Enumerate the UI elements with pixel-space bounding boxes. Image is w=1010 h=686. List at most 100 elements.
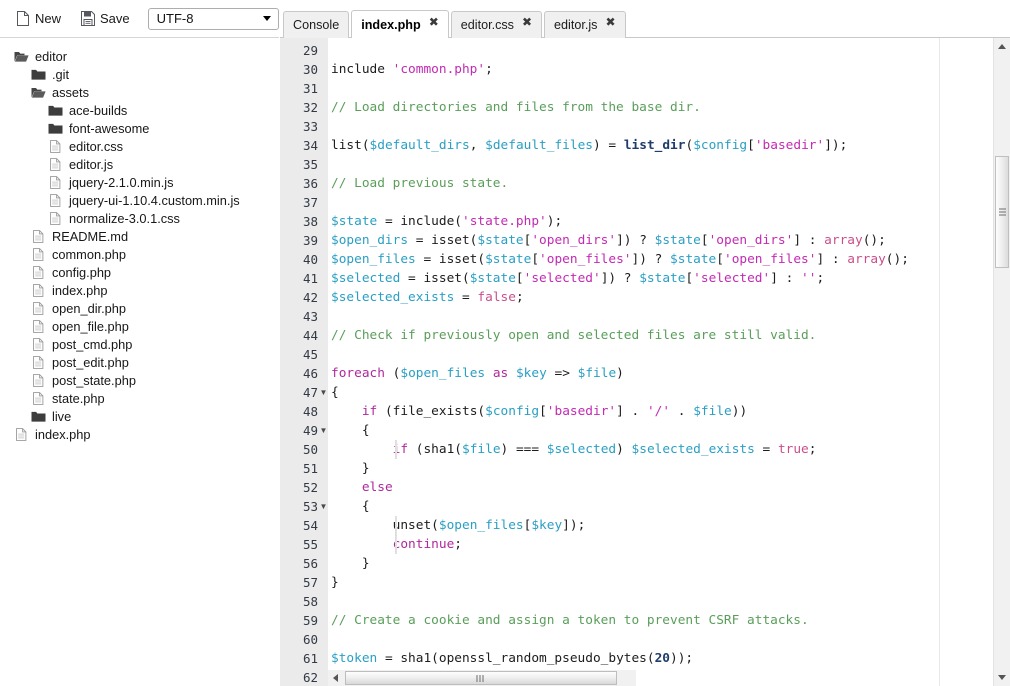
- line-number: 29: [302, 43, 318, 58]
- scroll-left-button[interactable]: [328, 670, 343, 686]
- line-number: 52: [302, 480, 318, 495]
- horizontal-scrollbar[interactable]: [328, 670, 636, 686]
- line-number-gutter[interactable]: 29 30 31 32 33 34 35 36 37 38 39 40 41 42 43 44 45 46 47 ▼ 4…: [280, 38, 328, 686]
- tree-item[interactable]: assets: [0, 83, 279, 101]
- close-icon[interactable]: ✖: [522, 16, 532, 28]
- code-line: if (file_exists($config['basedir'] . '/'…: [361, 404, 748, 419]
- tree-item[interactable]: README.md: [0, 227, 279, 245]
- file-icon: [31, 355, 46, 369]
- tab-label: editor.js: [554, 18, 598, 32]
- code-line: foreach ($open_files as $key => $file): [331, 366, 624, 381]
- tree-item[interactable]: index.php: [0, 281, 279, 299]
- line-number: 55: [302, 537, 318, 552]
- tree-item[interactable]: index.php: [0, 425, 279, 443]
- line-number: 61: [302, 651, 318, 666]
- file-icon: [48, 193, 63, 207]
- line-number: 41: [302, 271, 318, 286]
- tree-item[interactable]: editor: [0, 47, 279, 65]
- tree-item[interactable]: editor.css: [0, 137, 279, 155]
- tab-index-php[interactable]: index.php ✖: [351, 10, 449, 38]
- tree-item[interactable]: open_dir.php: [0, 299, 279, 317]
- encoding-select[interactable]: UTF-8: [147, 7, 279, 30]
- tree-item[interactable]: font-awesome: [0, 119, 279, 137]
- tree-item[interactable]: jquery-ui-1.10.4.custom.min.js: [0, 191, 279, 209]
- folder-open-icon: [14, 50, 29, 63]
- indent-guide: [395, 516, 398, 535]
- line-number: 40: [302, 252, 318, 267]
- code-line: $selected_exists = false;: [331, 290, 524, 305]
- file-tree[interactable]: editor .git assets ace-builds font-awesome ed…: [0, 38, 279, 686]
- file-icon: [48, 175, 63, 189]
- tree-item[interactable]: ace-builds: [0, 101, 279, 119]
- tree-item[interactable]: config.php: [0, 263, 279, 281]
- fold-toggle-icon[interactable]: ▼: [319, 421, 328, 440]
- line-number: 31: [302, 81, 318, 96]
- tab-editor-js[interactable]: editor.js ✖: [544, 11, 626, 38]
- new-button[interactable]: New: [12, 9, 65, 28]
- line-number: 38: [302, 214, 318, 229]
- save-button[interactable]: Save: [77, 9, 134, 28]
- fold-toggle-icon[interactable]: ▼: [319, 497, 328, 516]
- tree-item-label: README.md: [52, 228, 129, 244]
- tree-item[interactable]: state.php: [0, 389, 279, 407]
- tree-item-label: normalize-3.0.1.css: [69, 210, 180, 226]
- code-content[interactable]: include 'common.php'; // Load directories…: [328, 38, 985, 686]
- file-icon: [31, 337, 46, 351]
- code-editor[interactable]: 29 30 31 32 33 34 35 36 37 38 39 40 41 42 43 44 45 46 47 ▼ 4…: [280, 38, 1010, 686]
- folder-closed-icon: [31, 410, 46, 423]
- code-line: }: [331, 556, 370, 571]
- tree-item-label: assets: [52, 84, 89, 100]
- indent-guide: [395, 535, 398, 554]
- tree-item[interactable]: post_edit.php: [0, 353, 279, 371]
- line-number: 59: [302, 613, 318, 628]
- file-icon: [14, 427, 29, 441]
- tree-item-label: font-awesome: [69, 120, 150, 136]
- code-line: $selected = isset($state['selected']) ? …: [331, 271, 825, 286]
- horizontal-scrollbar-thumb[interactable]: [345, 671, 617, 685]
- tab-editor-css[interactable]: editor.css ✖: [450, 11, 543, 38]
- folder-closed-icon: [31, 68, 46, 81]
- code-line: $open_files = isset($state['open_files']…: [331, 252, 909, 267]
- line-number: 57: [302, 575, 318, 590]
- file-icon: [31, 301, 46, 315]
- close-icon[interactable]: ✖: [429, 16, 439, 28]
- tree-item[interactable]: normalize-3.0.1.css: [0, 209, 279, 227]
- triangle-left-icon: [333, 674, 338, 682]
- tree-item[interactable]: common.php: [0, 245, 279, 263]
- code-line: // Load previous state.: [331, 176, 509, 191]
- file-icon: [31, 265, 46, 279]
- toolbar: New Save UTF-8: [0, 0, 279, 38]
- tree-item[interactable]: live: [0, 407, 279, 425]
- line-number: 47: [302, 385, 318, 400]
- tree-item-label: editor: [35, 48, 68, 64]
- file-icon: [31, 283, 46, 297]
- code-line: // Load directories and files from the b…: [331, 100, 701, 115]
- code-line: else: [361, 480, 393, 495]
- tree-item[interactable]: jquery-2.1.0.min.js: [0, 173, 279, 191]
- tree-item[interactable]: post_state.php: [0, 371, 279, 389]
- tree-item-label: post_cmd.php: [52, 336, 133, 352]
- code-line: }: [331, 461, 370, 476]
- tab-label: Console: [293, 18, 340, 32]
- tree-item-label: index.php: [35, 426, 91, 442]
- tree-item-label: open_dir.php: [52, 300, 127, 316]
- scroll-up-button[interactable]: [994, 38, 1010, 55]
- tab-console[interactable]: Console: [283, 11, 350, 38]
- folder-closed-icon: [48, 104, 63, 117]
- tree-item-label: index.php: [52, 282, 108, 298]
- close-icon[interactable]: ✖: [605, 16, 615, 28]
- vertical-scrollbar-thumb[interactable]: [995, 156, 1009, 268]
- tree-item[interactable]: .git: [0, 65, 279, 83]
- tree-item[interactable]: post_cmd.php: [0, 335, 279, 353]
- line-number: 58: [302, 594, 318, 609]
- tree-item[interactable]: open_file.php: [0, 317, 279, 335]
- line-number: 32: [302, 100, 318, 115]
- tree-item-label: .git: [52, 66, 70, 82]
- tree-item[interactable]: editor.js: [0, 155, 279, 173]
- scroll-down-button[interactable]: [994, 669, 1010, 686]
- fold-toggle-icon[interactable]: ▼: [319, 383, 328, 402]
- line-number: 34: [302, 138, 318, 153]
- tab-label: index.php: [361, 17, 421, 32]
- line-number: 53: [302, 499, 318, 514]
- vertical-scrollbar[interactable]: [993, 38, 1010, 686]
